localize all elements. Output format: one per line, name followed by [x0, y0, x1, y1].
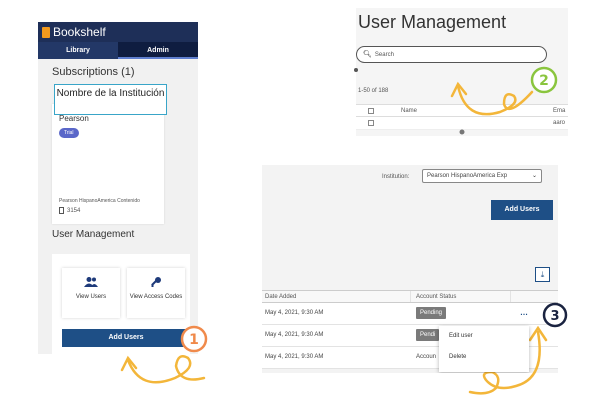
menu-item-edit-user[interactable]: Edit user — [439, 326, 529, 347]
trial-badge: Trial — [59, 128, 79, 138]
more-options-icon[interactable]: … — [520, 308, 528, 317]
view-users-tile[interactable]: View Users — [62, 268, 120, 318]
view-access-codes-tile[interactable]: View Access Codes — [127, 268, 185, 318]
search-icon: 🔍︎ — [363, 51, 372, 58]
column-divider — [410, 291, 411, 302]
row-email: aaro — [553, 120, 566, 126]
status-badge: Pending — [416, 307, 447, 319]
result-count: 1-50 of 188 — [358, 88, 389, 94]
view-access-codes-label: View Access Codes — [129, 294, 183, 300]
subscriptions-title: Subscriptions (1) — [52, 66, 135, 78]
app-title: Bookshelf — [53, 25, 106, 39]
status-badge: Pendi — [416, 329, 440, 341]
user-list-panel: User Management 🔍︎ Search 1-50 of 188 Nam… — [356, 8, 568, 136]
subscription-card-title: Pearson — [59, 114, 89, 123]
tab-library[interactable]: Library — [38, 42, 118, 59]
app-header: Bookshelf — [38, 22, 198, 42]
key-icon — [127, 276, 185, 290]
email-column-header[interactable]: Ema — [553, 108, 565, 114]
row-status: Accoun — [416, 354, 437, 360]
user-management-card: View Users View Access Codes Add Users — [52, 254, 190, 354]
search-placeholder: Search — [374, 52, 394, 58]
tab-bar: Library Admin — [38, 42, 198, 59]
bookshelf-panel: Bookshelf Library Admin Subscriptions (1… — [38, 22, 198, 354]
institution-select[interactable]: Pearson HispanoAmerica Exp ⌄ — [422, 169, 542, 183]
institution-select-value: Pearson HispanoAmerica Exp — [427, 173, 508, 179]
search-input[interactable]: 🔍︎ Search — [356, 46, 547, 63]
subscription-count: 3154 — [59, 207, 80, 214]
subscription-description: Pearson HispanoAmerica Contenido — [59, 198, 140, 204]
users-table-header: Name Ema — [356, 104, 568, 117]
row-date: May 4, 2021, 9:30 AM — [265, 310, 324, 316]
count-value: 3154 — [67, 207, 81, 214]
date-added-header[interactable]: Date Added — [265, 294, 296, 300]
view-users-label: View Users — [75, 294, 107, 300]
institution-label: Institution: — [382, 174, 410, 180]
table-row[interactable]: aaro — [356, 117, 568, 130]
row-checkbox[interactable] — [368, 120, 374, 126]
chevron-down-icon: ⌄ — [531, 173, 537, 179]
table-row[interactable]: May 4, 2021, 9:30 AM Pending … — [262, 303, 558, 325]
accounts-table-header: Date Added Account Status — [262, 290, 558, 303]
institution-name-annotation: Nombre de la Institución — [54, 84, 167, 115]
tab-admin[interactable]: Admin — [118, 42, 198, 59]
select-all-checkbox[interactable] — [368, 108, 374, 114]
add-users-button[interactable]: Add Users — [62, 329, 190, 347]
users-icon — [62, 276, 120, 290]
account-status-header[interactable]: Account Status — [416, 294, 456, 300]
row-date: May 4, 2021, 9:30 AM — [265, 354, 324, 360]
bookshelf-logo-icon — [42, 26, 50, 38]
menu-item-delete[interactable]: Delete — [439, 347, 529, 368]
name-column-header[interactable]: Name — [401, 108, 417, 114]
add-users-button[interactable]: Add Users — [491, 200, 553, 220]
row-actions-menu: Edit user Delete — [439, 326, 529, 372]
document-icon — [59, 207, 64, 214]
user-management-heading: User Management — [52, 229, 135, 240]
download-icon[interactable]: ⤓ — [535, 267, 550, 282]
arrow-1-icon — [120, 355, 206, 384]
row-date: May 4, 2021, 9:30 AM — [265, 332, 324, 338]
accounts-panel: Institution: Pearson HispanoAmerica Exp … — [262, 165, 558, 373]
subscription-card[interactable]: Pearson Trial Pearson HispanoAmerica Con… — [52, 104, 164, 224]
users-table: Name Ema aaro — [356, 104, 568, 130]
column-divider — [510, 291, 511, 302]
user-management-title: User Management — [358, 12, 507, 32]
